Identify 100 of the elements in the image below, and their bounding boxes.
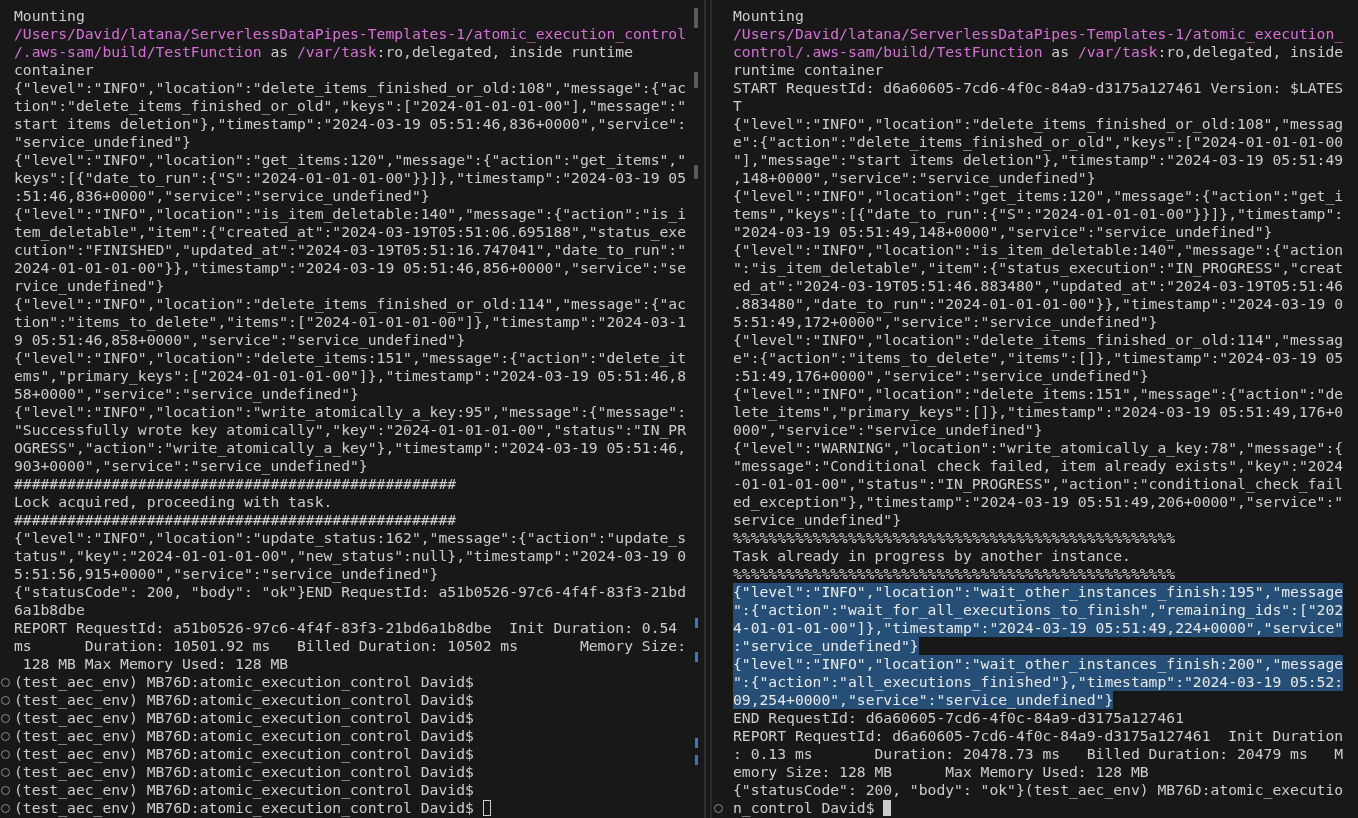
- output-text: "],"message":"start items deletion"},"timestamp":"2024-03-19 05:51:49: [733, 151, 1344, 168]
- output-text: runtime container: [733, 61, 884, 78]
- output-text: e":{"action":"delete_items_finished_or_old","keys":["2024-01-01-01-00: [733, 133, 1344, 150]
- output-text: tatus","key":"2024-01-01-01-00","new_status":null},"timestamp":"2024-03-19 0: [14, 547, 687, 564]
- prompt-text: (test_aec_env) MB76D:atomic_execution_control David$: [14, 781, 474, 798]
- output-text: {"level":"INFO","location":"is_item_deletable:140","message":{"action: [733, 241, 1344, 258]
- output-text: Mounting: [733, 7, 804, 24]
- output-text: END RequestId: d6a60605-7cd6-4f0c-84a9-d3175a127461: [733, 709, 1184, 726]
- output-text: :51:49,176+0000","service":"service_undefined"}: [733, 367, 1149, 384]
- path-text: /var/task: [1077, 43, 1158, 60]
- output-text: tion":"items_to_delete","items":["2024-01-01-01-00"]},"timestamp":"2024-03-1: [14, 313, 687, 330]
- output-text: {"level":"WARNING","location":"write_atomically_a_key:78","message":{: [733, 439, 1344, 456]
- output-text: ms Duration: 10501.92 ms Billed Duration: 10502 ms Memory Size:: [14, 637, 687, 654]
- output-text: :51:46,836+0000","service":"service_undefined"}: [14, 187, 430, 204]
- output-text: ##################################################: [14, 475, 457, 492]
- output-text: .883480","date_to_run":"2024-01-01-01-00"}},"timestamp":"2024-03-19 0: [733, 295, 1344, 312]
- prompt-text: (test_aec_env) MB76D:atomic_execution_control David$: [14, 745, 474, 762]
- output-text: emory Size: 128 MB Max Memory Used: 128 MB: [733, 763, 1149, 780]
- output-text: container: [14, 61, 94, 78]
- path-text: /.aws-sam/build/TestFunction: [14, 43, 262, 60]
- output-text: ":"is_item_deletable","item":{"status_execution":"IN_PROGRESS","creat: [733, 259, 1344, 276]
- output-text: {"level":"INFO","location":"delete_items_finished_or_old:108","message":{"ac: [14, 79, 687, 96]
- output-text: ##################################################: [14, 511, 457, 528]
- output-text: cution":"FINISHED","updated_at":"2024-03-19T05:51:16.747041","date_to_run":": [14, 241, 687, 258]
- output-text: {"level":"INFO","location":"delete_items:151","message":{"action":"delete_it: [14, 349, 687, 366]
- path-text: control/.aws-sam/build/TestFunction: [733, 43, 1043, 60]
- prompt-text: (test_aec_env) MB76D:atomic_execution_control David$: [14, 691, 474, 708]
- scrollbar-thumb: [694, 72, 698, 88]
- output-text: {"level":"INFO","location":"update_status:162","message":{"action":"update_s: [14, 529, 687, 546]
- output-text: "service_undefined"}: [14, 133, 191, 150]
- output-text: {"level":"INFO","location":"get_items:120","message":{"action":"get_i: [733, 187, 1344, 204]
- output-text: :ro,delegated, inside runtime: [376, 43, 633, 60]
- output-text: lete_items","primary_keys":[]},"timestamp":"2024-03-19 05:51:49,176+0: [733, 403, 1344, 420]
- scrollbar-thumb: [694, 165, 698, 179]
- output-text: 5:51:56,915+0000","service":"service_undefined"}: [14, 565, 439, 582]
- output-text: :"service_undefined"}: [733, 637, 919, 654]
- output-text: rvice_undefined"}: [14, 277, 165, 294]
- output-text: start items deletion"},"timestamp":"2024-03-19 05:51:46,836+0000","service":: [14, 115, 687, 132]
- output-text: ":{"action":"wait_for_all_executions_to_finish","remaining_ids":["202: [733, 601, 1344, 618]
- prompt-text: (test_aec_env) MB76D:atomic_execution_control David$: [14, 799, 474, 816]
- path-text: /Users/David/latana/ServerlessDataPipes-Templates-1/atomic_execution_control: [14, 25, 687, 42]
- output-text: ":{"action":"all_executions_finished"},"timestamp":"2024-03-19 05:52:: [733, 673, 1344, 690]
- output-text: e":{"action":"items_to_delete","items":[]},"timestamp":"2024-03-19 05: [733, 349, 1344, 366]
- output-text: as: [1050, 43, 1071, 60]
- output-text: 5:51:49,172+0000","service":"service_undefined"}: [733, 313, 1158, 330]
- output-text: tion":"delete_items_finished_or_old","keys":["2024-01-01-01-00"],"message":": [14, 97, 687, 114]
- output-text: service_undefined"}: [733, 511, 901, 528]
- output-text: ed_exception"},"timestamp":"2024-03-19 05:51:49,206+0000","service":": [733, 493, 1344, 510]
- output-text: -01-01-01-00","status":"IN_PROGRESS","action":"conditional_check_fail: [733, 475, 1344, 492]
- prompt-text: (test_aec_env) MB76D:atomic_execution_control David$: [14, 763, 474, 780]
- prompt-text: n_control David$: [733, 799, 875, 816]
- output-text: "2024-03-19 05:51:49,148+0000","service":"service_undefined"}: [733, 223, 1273, 240]
- output-text: {"statusCode": 200, "body": "ok"}END RequestId: a51b0526-97c6-4f4f-83f3-21bd: [14, 583, 687, 600]
- output-text: START RequestId: d6a60605-7cd6-4f0c-84a9-d3175a127461 Version: $LATES: [733, 79, 1344, 96]
- output-text: {"level":"INFO","location":"get_items:120","message":{"action":"get_items",": [14, 151, 687, 168]
- output-text: ,148+0000","service":"service_undefined"}: [733, 169, 1096, 186]
- output-text: 9 05:51:46,858+0000","service":"service_undefined"}: [14, 331, 465, 348]
- output-text: : 0.13 ms Duration: 20478.73 ms Billed Duration: 20479 ms M: [733, 745, 1344, 762]
- output-text: {"level":"INFO","location":"wait_other_instances_finish:200","message: [733, 655, 1344, 672]
- scroll-marker: [695, 652, 698, 662]
- scroll-marker: [695, 755, 698, 765]
- output-text: tem_deletable","item":{"created_at":"2024-03-19T05:51:06.695188","status_exe: [14, 223, 687, 240]
- output-text: Lock acquired, proceeding with task.: [14, 493, 333, 510]
- output-text: OGRESS","action":"write_atomically_a_key"},"timestamp":"2024-03-19 05:51:46,: [14, 439, 687, 456]
- output-text: 09,254+0000","service":"service_undefined"}: [733, 691, 1114, 708]
- output-text: 903+0000","service":"service_undefined"}: [14, 457, 368, 474]
- output-text: {"level":"INFO","location":"delete_items:151","message":{"action":"de: [733, 385, 1344, 402]
- output-text: Task already in progress by another instance.: [733, 547, 1131, 564]
- output-text: 6a1b8dbe: [14, 601, 85, 618]
- output-text: %%%%%%%%%%%%%%%%%%%%%%%%%%%%%%%%%%%%%%%%%%%%%%%%%%: [733, 565, 1176, 582]
- output-text: "message":"Conditional check failed, item already exists","key":"2024: [733, 457, 1344, 474]
- output-text: 4-01-01-01-00"]},"timestamp":"2024-03-19 05:51:49,224+0000","service": [733, 619, 1344, 636]
- output-text: tems","keys":[{"date_to_run":{"S":"2024-01-01-01-00"}}]},"timestamp":: [733, 205, 1344, 222]
- output-text: 58+0000","service":"service_undefined"}: [14, 385, 359, 402]
- output-text: {"level":"INFO","location":"write_atomically_a_key:95","message":{"message":: [14, 403, 687, 420]
- output-text: {"level":"INFO","location":"is_item_deletable:140","message":{"action":"is_i: [14, 205, 687, 222]
- output-text: T: [733, 97, 742, 114]
- output-text: as: [269, 43, 290, 60]
- path-text: /Users/David/latana/ServerlessDataPipes-Templates-1/atomic_execution_: [733, 25, 1344, 42]
- output-text: {"level":"INFO","location":"delete_items_finished_or_old:114","message":{"ac: [14, 295, 687, 312]
- output-text: %%%%%%%%%%%%%%%%%%%%%%%%%%%%%%%%%%%%%%%%%%%%%%%%%%: [733, 529, 1176, 546]
- output-text: REPORT RequestId: d6a60605-7cd6-4f0c-84a9-d3175a127461 Init Duration: [733, 727, 1344, 744]
- output-text: {"level":"INFO","location":"wait_other_instances_finish:195","message: [733, 583, 1344, 600]
- output-text: 2024-01-01-01-00"}},"timestamp":"2024-03-19 05:51:46,856+0000","service":"se: [14, 259, 687, 276]
- output-text: "Successfully wrote key atomically","key":"2024-01-01-01-00","status":"IN_PR: [14, 421, 687, 438]
- output-text: ed_at":"2024-03-19T05:51:46.883480","updated_at":"2024-03-19T05:51:46: [733, 277, 1344, 294]
- output-text: Mounting: [14, 7, 85, 24]
- prompt-text: (test_aec_env) MB76D:atomic_execution_control David$: [14, 727, 474, 744]
- output-text: 000","service":"service_undefined"}: [733, 421, 1043, 438]
- prompt-text: (test_aec_env) MB76D:atomic_execution_control David$: [14, 709, 474, 726]
- output-text: {"statusCode": 200, "body": "ok"}(test_aec_env) MB76D:atomic_executio: [733, 781, 1344, 798]
- output-text: ems","primary_keys":["2024-01-01-01-00"]},"timestamp":"2024-03-19 05:51:46,8: [14, 367, 687, 384]
- output-text: REPORT RequestId: a51b0526-97c6-4f4f-83f3-21bd6a1b8dbe Init Duration: 0.54: [14, 619, 678, 636]
- output-text: :ro,delegated, inside: [1157, 43, 1344, 60]
- scroll-marker: [695, 618, 698, 628]
- output-text: {"level":"INFO","location":"delete_items_finished_or_old:114","messag: [733, 331, 1344, 348]
- prompt-text: (test_aec_env) MB76D:atomic_execution_control David$: [14, 673, 474, 690]
- output-text: keys":[{"date_to_run":{"S":"2024-01-01-01-00"}}]},"timestamp":"2024-03-19 05: [14, 169, 687, 186]
- path-text: /var/task: [296, 43, 377, 60]
- scroll-marker: [695, 738, 698, 748]
